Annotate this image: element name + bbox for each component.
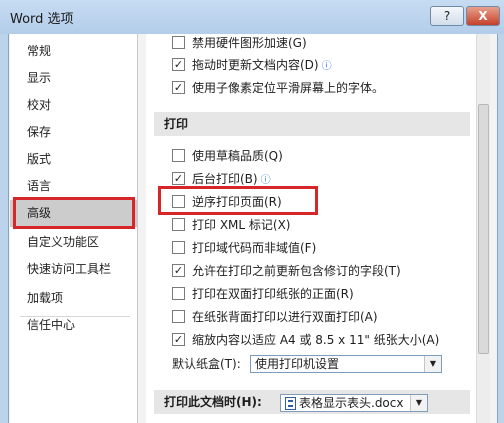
info-icon: ⓘ — [321, 61, 332, 72]
sidebar-item-trust-center[interactable]: 信任中心 — [10, 312, 137, 339]
option-label: 使用子像素定位平滑屏幕上的字体。 — [192, 81, 385, 95]
option-label: 缩放内容以适应 A4 或 8.5 x 11" 纸张大小(A) — [192, 333, 440, 347]
checkbox[interactable] — [172, 36, 185, 49]
default-tray-label: 默认纸盒(T): — [172, 357, 241, 371]
option-label: 打印 XML 标记(X) — [192, 218, 291, 232]
option-label: 打印域代码而非域值(F) — [192, 241, 317, 255]
checkbox[interactable] — [172, 218, 185, 231]
sidebar-item-language[interactable]: 语言 — [10, 173, 137, 200]
sidebar-item-display[interactable]: 显示 — [10, 65, 137, 92]
option-label: 在纸张背面打印以进行双面打印(A) — [192, 310, 378, 324]
section-header-print: 打印 — [154, 112, 470, 136]
checkbox[interactable] — [172, 310, 185, 323]
checkbox[interactable] — [172, 241, 185, 254]
checkbox[interactable]: ✓ — [172, 58, 185, 71]
option-label: 使用草稿品质(Q) — [192, 149, 283, 163]
scrollbar-thumb[interactable] — [478, 104, 489, 354]
checkbox[interactable]: ✓ — [172, 333, 185, 346]
option-label: 允许在打印之前更新包含修订的字段(T) — [192, 264, 401, 278]
checkbox[interactable] — [172, 149, 185, 162]
default-tray-select[interactable]: 使用打印机设置 ▼ — [250, 355, 442, 373]
sidebar-item-save[interactable]: 保存 — [10, 119, 137, 146]
print-document-select[interactable]: 表格显示表头.docx ▼ — [280, 394, 428, 412]
default-tray-row: 默认纸盒(T): — [172, 355, 241, 373]
content-scrollbar[interactable] — [476, 34, 490, 423]
highlight-advanced — [13, 197, 135, 229]
sidebar-item-quick-access-toolbar[interactable]: 快速访问工具栏 — [10, 256, 137, 283]
option-label: 打印在双面打印纸张的正面(R) — [192, 287, 354, 301]
option-label: 禁用硬件图形加速(G) — [192, 36, 307, 50]
checkbox[interactable]: ✓ — [172, 172, 185, 185]
chevron-down-icon: ▼ — [424, 356, 441, 372]
default-tray-value: 使用打印机设置 — [255, 357, 340, 371]
sidebar-item-layout[interactable]: 版式 — [10, 146, 137, 173]
checkbox[interactable]: ✓ — [172, 264, 185, 277]
word-document-icon — [285, 397, 296, 410]
highlight-reverse-print — [158, 186, 318, 215]
checkbox[interactable] — [172, 287, 185, 300]
print-document-label: 打印此文档时(H): — [164, 395, 262, 409]
options-content: 禁用硬件图形加速(G) ✓ 拖动时更新文档内容(D) ⓘ ✓ 使用子像素定位平滑屏… — [146, 34, 476, 423]
chevron-down-icon: ▼ — [410, 395, 427, 411]
sidebar-item-customize-ribbon[interactable]: 自定义功能区 — [10, 229, 137, 256]
window-title: Word 选项 — [10, 12, 74, 27]
option-label: 拖动时更新文档内容(D) ⓘ — [192, 56, 332, 76]
sidebar-item-proofing[interactable]: 校对 — [10, 92, 137, 119]
print-document-value: 表格显示表头.docx — [299, 396, 404, 410]
sidebar-item-general[interactable]: 常规 — [10, 38, 137, 65]
sidebar-item-add-ins[interactable]: 加载项 — [10, 285, 137, 312]
help-button[interactable]: ? — [430, 6, 464, 26]
checkbox[interactable]: ✓ — [172, 81, 185, 94]
title-bar: Word 选项 ? X — [0, 0, 504, 34]
close-button[interactable]: X — [466, 6, 500, 26]
